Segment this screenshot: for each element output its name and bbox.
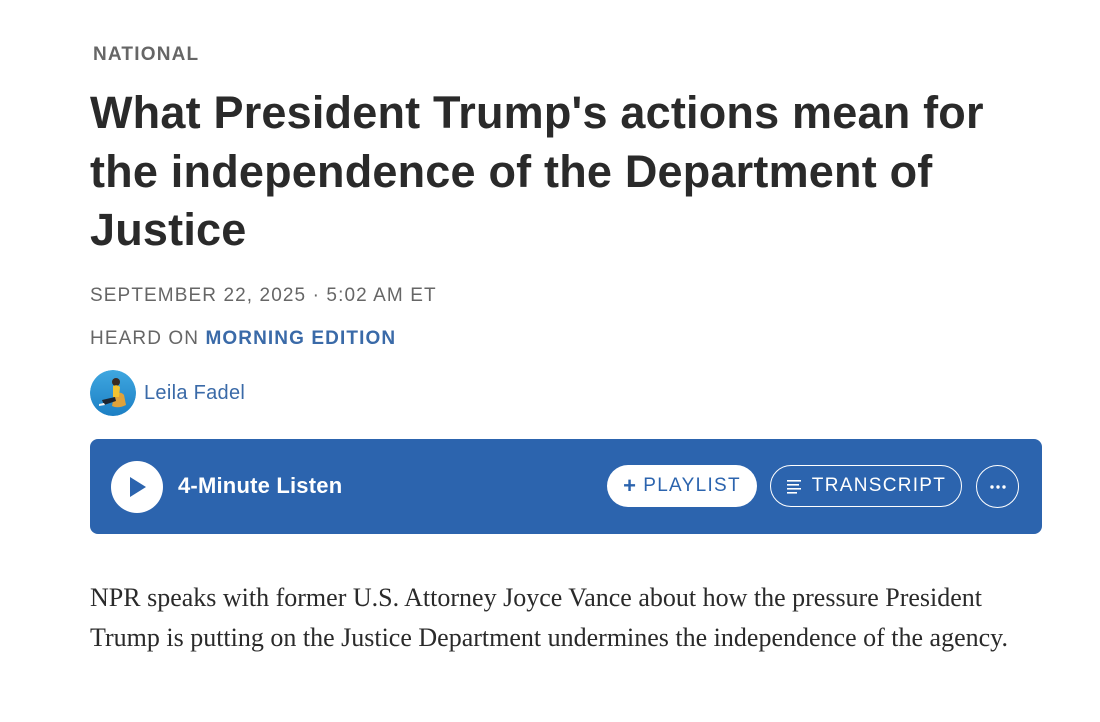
play-icon	[130, 477, 146, 497]
transcript-label: TRANSCRIPT	[811, 475, 947, 496]
more-options-button[interactable]	[976, 465, 1019, 508]
transcript-button[interactable]: TRANSCRIPT	[770, 465, 962, 507]
listen-duration: 4-Minute Listen	[178, 473, 343, 498]
heard-on-prefix: HEARD ON	[90, 328, 200, 349]
section-link[interactable]: NATIONAL	[93, 44, 199, 66]
author-avatar-image	[90, 370, 136, 416]
heard-on: HEARD ON MORNING EDITION	[90, 328, 396, 350]
play-button[interactable]	[111, 461, 163, 513]
add-to-playlist-button[interactable]: + PLAYLIST	[607, 465, 757, 507]
plus-icon: +	[623, 473, 638, 498]
dateline: SEPTEMBER 22, 2025 · 5:02 AM ET	[90, 285, 437, 306]
author-link[interactable]: Leila Fadel	[144, 382, 245, 405]
playlist-label: PLAYLIST	[643, 475, 741, 496]
headline: What President Trump's actions mean for …	[90, 87, 984, 255]
author-avatar[interactable]	[90, 370, 136, 416]
article-teaser: NPR speaks with former U.S. Attorney Joy…	[90, 583, 1008, 652]
transcript-lines-icon	[786, 480, 801, 494]
audio-player: 4-Minute Listen + PLAYLIST TRANSCRIPT	[90, 439, 1042, 534]
more-horizontal-icon	[989, 484, 1006, 489]
program-link[interactable]: MORNING EDITION	[205, 328, 396, 349]
byline: Leila Fadel	[90, 370, 245, 416]
